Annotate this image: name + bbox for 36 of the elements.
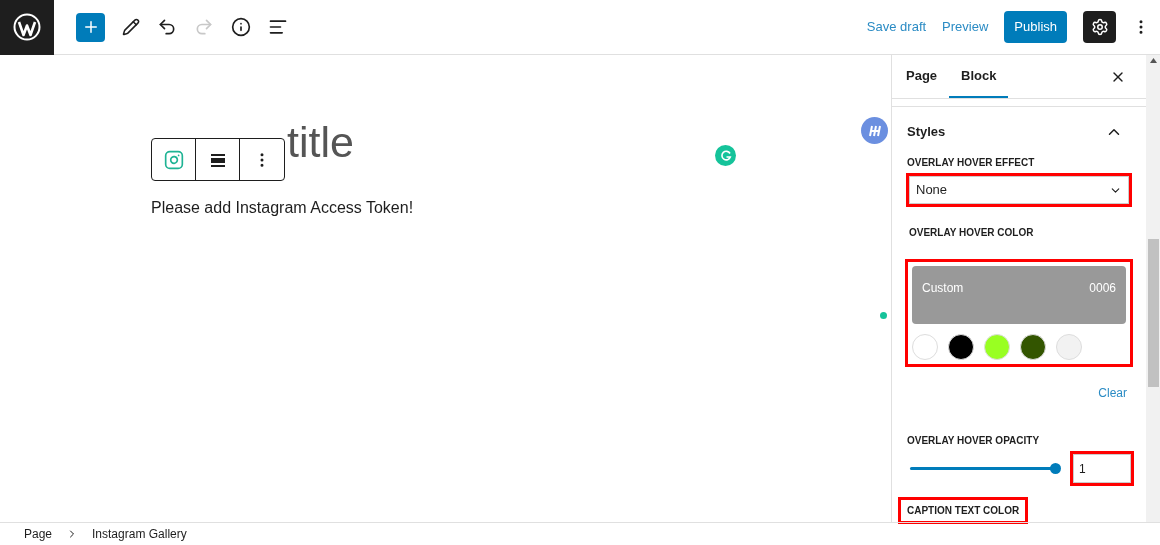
scroll-up-icon[interactable] <box>1149 58 1157 63</box>
publish-button[interactable]: Publish <box>1004 11 1067 43</box>
save-draft-link[interactable]: Save draft <box>866 17 927 37</box>
title-placeholder[interactable]: title <box>287 121 354 164</box>
field-label: CAPTION TEXT COLOR <box>901 500 1026 521</box>
color-name: Custom <box>922 280 964 297</box>
color-code: 0006 <box>1089 280 1116 297</box>
pencil-icon[interactable] <box>122 18 140 36</box>
sidebar-tab[interactable]: Block <box>949 55 1009 98</box>
field-label: OVERLAY HOVER EFFECT <box>907 156 1036 170</box>
settings-button[interactable] <box>1083 11 1116 43</box>
notice-text: Please add Instagram Access Token! <box>151 198 415 218</box>
color-swatch[interactable] <box>1056 334 1082 360</box>
color-swatch[interactable] <box>912 334 938 360</box>
info-icon[interactable] <box>231 17 251 37</box>
plugin-icon[interactable] <box>861 117 888 144</box>
select-field[interactable]: None <box>909 176 1129 204</box>
breadcrumb-item[interactable]: Page <box>24 525 53 543</box>
field-label: OVERLAY HOVER COLOR <box>909 226 1035 240</box>
clear-link[interactable]: Clear <box>1098 384 1127 402</box>
wordpress-logo[interactable] <box>0 0 54 55</box>
settings-icon[interactable] <box>1090 18 1109 36</box>
add-block-button[interactable] <box>76 12 105 42</box>
list-view-icon[interactable] <box>268 17 288 37</box>
preview-link[interactable]: Preview <box>942 17 989 37</box>
field-label: OVERLAY HOVER OPACITY <box>907 434 1041 448</box>
slider-thumb[interactable] <box>1050 463 1061 474</box>
breadcrumb-item[interactable]: Instagram Gallery <box>92 525 187 543</box>
scrollbar[interactable] <box>1146 55 1160 522</box>
panel-header[interactable]: Styles <box>907 121 1123 143</box>
sidebar-tab[interactable]: Page <box>894 55 950 98</box>
color-swatch[interactable] <box>984 334 1010 360</box>
undo-icon[interactable] <box>157 17 177 37</box>
color-swatch[interactable] <box>948 334 974 360</box>
color-swatch[interactable] <box>1020 334 1046 360</box>
opacity-input[interactable]: 1 <box>1073 454 1131 483</box>
